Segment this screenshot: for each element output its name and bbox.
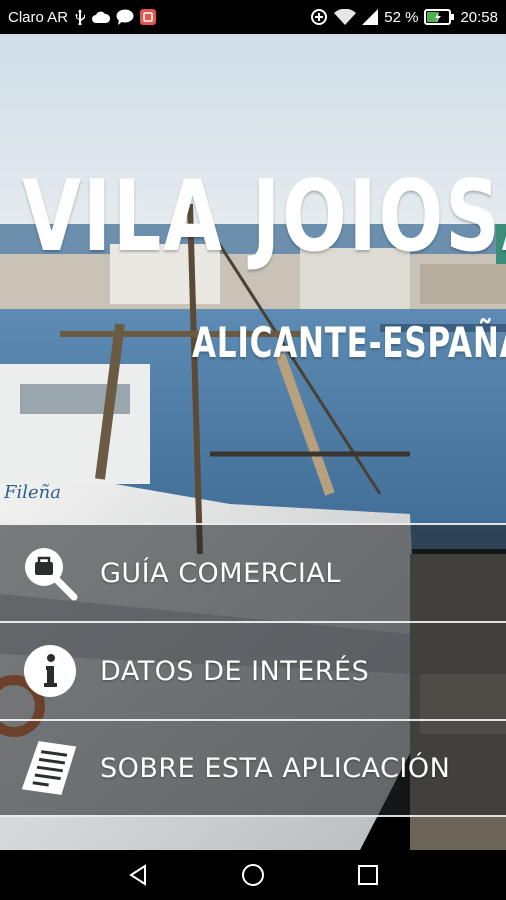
home-icon[interactable] [233,855,273,895]
menu-item-label: DATOS DE INTERÉS [100,655,370,687]
app-title: VILA JOIOSA [22,160,506,274]
document-icon [0,719,100,817]
clock-label: 20:58 [460,8,498,26]
main-menu: GUÍA COMERCIAL DATOS DE INTERÉS SOBRE ES… [0,523,506,817]
wifi-icon [334,9,357,25]
battery-icon [424,9,455,25]
app-subtitle: ALICANTE-ESPAÑA [192,318,506,367]
chat-icon [116,9,134,25]
data-saver-icon [310,8,328,26]
cellular-signal-icon [362,9,379,25]
usb-icon [74,9,86,25]
search-bag-icon [0,524,100,622]
recents-icon[interactable] [348,855,388,895]
back-icon[interactable] [118,855,158,895]
carrier-label: Claro AR [8,8,69,26]
app-screen: Claro AR 52 % 20:58 Fileña VILA JOI ALIC… [0,0,506,900]
navigation-bar [0,850,506,900]
cloud-icon [92,11,111,23]
menu-item-guia-comercial[interactable]: GUÍA COMERCIAL [0,523,506,621]
menu-item-sobre-esta-aplicacion[interactable]: SOBRE ESTA APLICACIÓN [0,719,506,817]
menu-item-label: GUÍA COMERCIAL [100,557,341,589]
menu-item-datos-de-interes[interactable]: DATOS DE INTERÉS [0,621,506,719]
info-icon [0,622,100,720]
menu-item-label: SOBRE ESTA APLICACIÓN [100,752,451,784]
notification-app-icon [140,9,157,25]
status-bar: Claro AR 52 % 20:58 [0,0,506,34]
status-bar-left: Claro AR [8,8,157,26]
boat-name: Fileña [3,482,61,503]
battery-percent-label: 52 % [384,8,419,26]
status-bar-right: 52 % 20:58 [310,8,498,26]
